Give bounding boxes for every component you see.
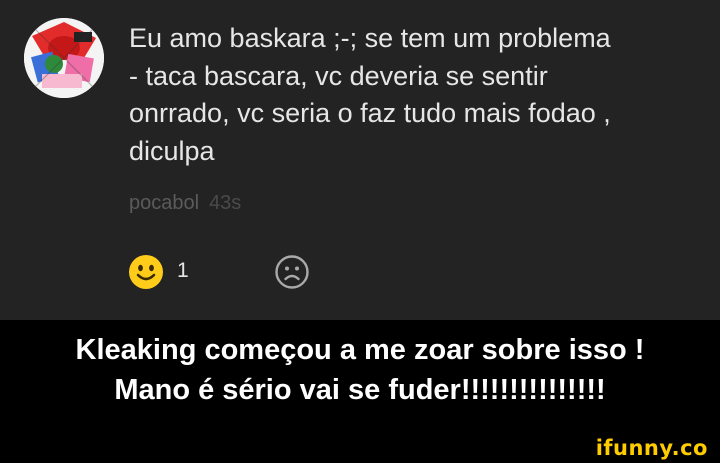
comment-time: 43s — [209, 192, 242, 214]
comment-line: onrrado, vc seria o faz tudo mais fodao … — [129, 98, 611, 128]
comment-line: Eu amo baskara ;-; se tem um problema — [129, 23, 611, 53]
frown-icon — [275, 255, 309, 289]
ifunny-watermark: ifunny.co — [595, 436, 708, 460]
comment-meta: pocabol 43s — [129, 192, 241, 215]
comment-line: diculpa — [129, 135, 215, 166]
avatar[interactable] — [24, 18, 104, 98]
comment-line: - taca bascara, vc deveria se sentir — [129, 60, 548, 91]
comment-panel: Eu amo baskara ;-; se tem um problema - … — [0, 0, 720, 320]
caption-line-1: Kleaking começou a me zoar sobre isso ! — [75, 334, 645, 366]
frown-reaction-button[interactable] — [274, 254, 310, 290]
avatar-image — [24, 18, 104, 98]
meme-caption: Kleaking começou a me zoar sobre isso ! … — [0, 330, 720, 410]
smile-count: 1 — [177, 259, 189, 282]
smile-icon — [129, 255, 163, 289]
comment-author[interactable]: pocabol — [129, 192, 199, 214]
comment-text: Eu amo baskara ;-; se tem um problema - … — [129, 20, 699, 170]
caption-line-2: Mano é sério vai se fuder!!!!!!!!!!!!!!! — [114, 374, 606, 406]
smile-reaction-button[interactable] — [128, 254, 164, 290]
